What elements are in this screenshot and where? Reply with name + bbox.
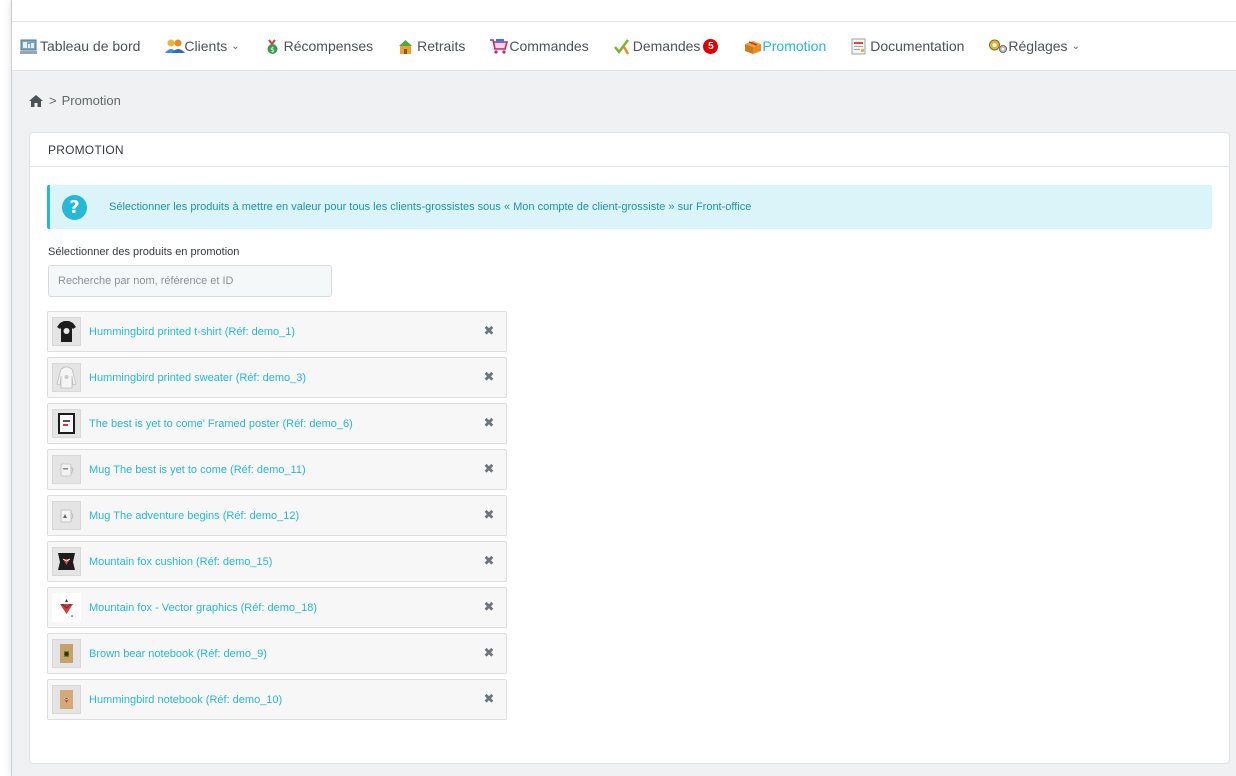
product-link[interactable]: The best is yet to come' Framed poster (… <box>89 418 353 430</box>
clients-icon <box>164 38 186 55</box>
chevron-down-icon: ⌄ <box>1071 40 1080 52</box>
main-navbar: Tableau de bord Clients ⌄ $ Récompenses … <box>12 22 1236 71</box>
remove-icon[interactable]: ✖ <box>482 417 496 431</box>
nav-item-orders[interactable]: Commandes <box>489 38 589 55</box>
remove-icon[interactable]: ✖ <box>482 647 496 661</box>
nav-item-label: Documentation <box>870 38 965 54</box>
product-link[interactable]: Hummingbird notebook (Réf: demo_10) <box>89 694 282 706</box>
remove-icon[interactable]: ✖ <box>482 463 496 477</box>
documentation-icon <box>850 38 867 55</box>
list-item: Mountain fox cushion (Réf: demo_15) ✖ <box>47 541 507 582</box>
product-thumbnail <box>52 317 81 346</box>
nav-item-label: Récompenses <box>283 38 374 54</box>
product-link[interactable]: Hummingbird printed t-shirt (Réf: demo_1… <box>89 326 295 338</box>
nav-item-label: Tableau de bord <box>40 38 141 54</box>
list-item: Mug The adventure begins (Réf: demo_12) … <box>47 495 507 536</box>
product-thumbnail <box>52 455 81 484</box>
product-list: Hummingbird printed t-shirt (Réf: demo_1… <box>47 311 507 725</box>
nav-item-label: Commandes <box>509 38 589 54</box>
product-thumbnail <box>52 409 81 438</box>
requests-count-badge: 5 <box>703 38 719 54</box>
list-item: Mug The best is yet to come (Réf: demo_1… <box>47 449 507 490</box>
breadcrumb: > Promotion <box>29 93 121 108</box>
list-item: Mountain fox - Vector graphics (Réf: dem… <box>47 587 507 628</box>
field-label: Sélectionner des produits en promotion <box>48 246 240 258</box>
product-thumbnail <box>52 593 81 622</box>
requests-icon <box>613 38 630 55</box>
nav-item-promotion[interactable]: Promotion <box>742 38 826 55</box>
product-search-input[interactable] <box>48 265 332 297</box>
product-thumbnail <box>52 639 81 668</box>
top-header-bar <box>12 0 1236 22</box>
product-thumbnail <box>52 547 81 576</box>
product-link[interactable]: Hummingbird printed sweater (Réf: demo_3… <box>89 372 306 384</box>
product-thumbnail <box>52 363 81 392</box>
question-icon: ? <box>62 194 87 220</box>
product-thumbnail <box>52 685 81 714</box>
admin-window: Tableau de bord Clients ⌄ $ Récompenses … <box>11 0 1236 776</box>
remove-icon[interactable]: ✖ <box>482 371 496 385</box>
nav-item-label: Demandes <box>632 38 701 54</box>
svg-text:$: $ <box>270 46 274 54</box>
breadcrumb-separator: > <box>49 93 57 108</box>
nav-item-label: Réglages <box>1008 38 1068 54</box>
alert-text: Sélectionner les produits à mettre en va… <box>109 201 752 213</box>
list-item: Brown bear notebook (Réf: demo_9) ✖ <box>47 633 507 674</box>
product-link[interactable]: Brown bear notebook (Réf: demo_9) <box>89 648 267 660</box>
remove-icon[interactable]: ✖ <box>482 601 496 615</box>
product-link[interactable]: Mountain fox - Vector graphics (Réf: dem… <box>89 602 317 614</box>
nav-item-settings[interactable]: Réglages ⌄ <box>988 38 1080 55</box>
withdrawals-icon <box>397 38 414 55</box>
remove-icon[interactable]: ✖ <box>482 555 496 569</box>
chevron-down-icon: ⌄ <box>231 40 240 52</box>
remove-icon[interactable]: ✖ <box>482 325 496 339</box>
list-item: The best is yet to come' Framed poster (… <box>47 403 507 444</box>
remove-icon[interactable]: ✖ <box>482 509 496 523</box>
product-link[interactable]: Mug The best is yet to come (Réf: demo_1… <box>89 464 306 476</box>
promotion-icon <box>742 38 762 55</box>
info-alert: ? Sélectionner les produits à mettre en … <box>47 185 1212 229</box>
home-icon[interactable] <box>29 94 43 107</box>
nav-item-label: Retraits <box>417 38 466 54</box>
dashboard-icon <box>20 38 37 55</box>
list-item: Hummingbird printed t-shirt (Réf: demo_1… <box>47 311 507 352</box>
promotion-panel: PROMOTION ? Sélectionner les produits à … <box>29 132 1230 764</box>
list-item: Hummingbird printed sweater (Réf: demo_3… <box>47 357 507 398</box>
nav-item-requests[interactable]: Demandes 5 <box>613 38 719 55</box>
list-item: Hummingbird notebook (Réf: demo_10) ✖ <box>47 679 507 720</box>
breadcrumb-current: Promotion <box>61 93 121 108</box>
nav-item-rewards[interactable]: $ Récompenses <box>264 38 374 55</box>
remove-icon[interactable]: ✖ <box>482 693 496 707</box>
nav-item-withdrawals[interactable]: Retraits <box>397 38 465 55</box>
nav-item-label: Clients <box>184 38 228 54</box>
panel-heading: PROMOTION <box>30 133 1229 167</box>
product-link[interactable]: Mountain fox cushion (Réf: demo_15) <box>89 556 272 568</box>
nav-item-clients[interactable]: Clients ⌄ <box>164 38 240 55</box>
rewards-icon: $ <box>264 38 281 55</box>
product-link[interactable]: Mug The adventure begins (Réf: demo_12) <box>89 510 299 522</box>
settings-icon <box>988 38 1008 55</box>
product-thumbnail <box>52 501 81 530</box>
nav-item-label: Promotion <box>762 38 827 54</box>
nav-item-dashboard[interactable]: Tableau de bord <box>20 38 140 55</box>
nav-item-documentation[interactable]: Documentation <box>850 38 964 55</box>
orders-icon <box>489 38 509 55</box>
